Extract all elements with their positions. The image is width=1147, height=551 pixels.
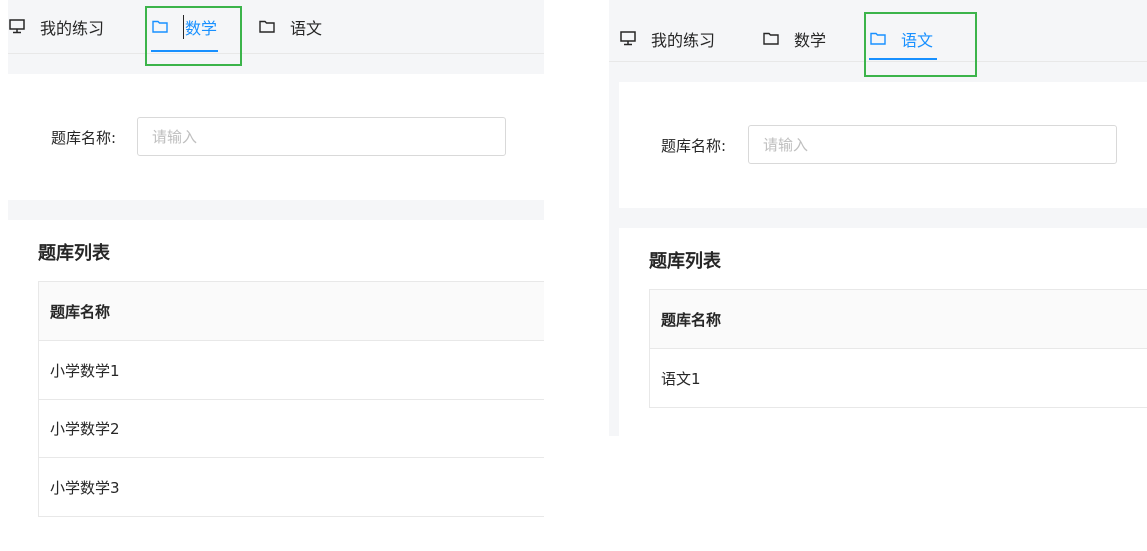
tab-chinese[interactable]: 语文 [258, 0, 322, 53]
search-card: 题库名称: [8, 74, 544, 200]
list-title: 题库列表 [38, 243, 110, 264]
screenshot-chinese-tab: 我的练习 数学 语文 题库名称: 题库列表 题库名称 语文1 [609, 0, 1147, 436]
tab-bar: 我的练习 数学 语文 [8, 0, 544, 54]
list-card: 题库列表 题库名称 语文1 [619, 228, 1147, 436]
table-row[interactable]: 小学数学3 [39, 458, 544, 516]
monitor-icon [8, 18, 26, 36]
highlight-box [145, 6, 242, 66]
list-title: 题库列表 [649, 251, 721, 272]
folder-icon [258, 18, 276, 36]
table-header: 题库名称 [650, 290, 1147, 349]
highlight-box [864, 12, 977, 77]
search-card: 题库名称: [619, 82, 1147, 208]
table-row[interactable]: 语文1 [650, 349, 1147, 407]
tab-my-practice[interactable]: 我的练习 [8, 0, 104, 53]
tab-label: 我的练习 [40, 18, 105, 38]
question-bank-table: 题库名称 小学数学1 小学数学2 小学数学3 [38, 281, 544, 517]
tab-label: 数学 [794, 30, 827, 50]
tab-my-practice[interactable]: 我的练习 [619, 16, 715, 61]
folder-icon [762, 30, 780, 48]
tab-label: 我的练习 [651, 30, 716, 50]
table-header: 题库名称 [39, 282, 544, 341]
screenshot-math-tab: 我的练习 数学 语文 题库名称: 题库列表 题库名称 小学数学1 小学数学2 小… [0, 0, 544, 551]
search-input[interactable] [137, 117, 506, 156]
table-row[interactable]: 小学数学2 [39, 400, 544, 458]
list-card: 题库列表 题库名称 小学数学1 小学数学2 小学数学3 [8, 220, 544, 551]
tab-math[interactable]: 数学 [762, 16, 826, 61]
search-label: 题库名称: [661, 137, 727, 155]
question-bank-table: 题库名称 语文1 [649, 289, 1147, 408]
tab-label: 语文 [290, 18, 323, 38]
monitor-icon [619, 30, 637, 48]
search-input[interactable] [748, 125, 1117, 164]
table-row[interactable]: 小学数学1 [39, 341, 544, 400]
page-background [8, 200, 544, 220]
search-label: 题库名称: [51, 129, 117, 147]
